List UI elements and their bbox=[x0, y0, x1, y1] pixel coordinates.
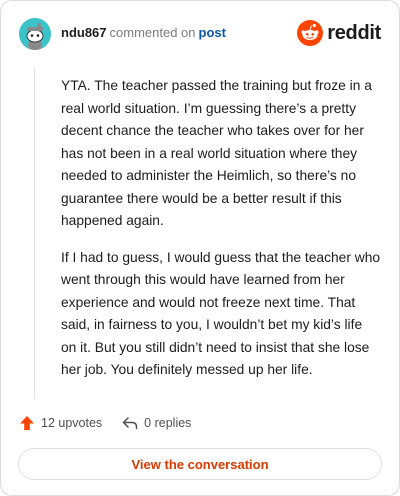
thread-line bbox=[34, 67, 35, 399]
reply-count: 0 replies bbox=[144, 416, 192, 430]
comment-body: YTA. The teacher passed the training but… bbox=[61, 75, 381, 396]
comment-card: ndu867 commented on post reddit YTA. The t… bbox=[0, 0, 400, 496]
reddit-brand[interactable]: reddit bbox=[297, 20, 381, 46]
comment-paragraph: YTA. The teacher passed the training but… bbox=[61, 78, 372, 228]
reddit-logo-icon bbox=[297, 20, 324, 46]
avatar[interactable] bbox=[19, 18, 51, 50]
upvote-stat[interactable]: 12 upvotes bbox=[19, 415, 102, 431]
username-link[interactable]: ndu867 bbox=[61, 25, 107, 40]
action-text: commented on bbox=[109, 25, 196, 40]
snoo-avatar-icon bbox=[19, 18, 51, 50]
reply-stat[interactable]: 0 replies bbox=[122, 416, 191, 430]
upvote-arrow-icon[interactable] bbox=[19, 415, 35, 431]
comment-meta: ndu867 commented on post bbox=[61, 25, 226, 41]
comment-paragraph: If I had to guess, I would guess that th… bbox=[61, 249, 381, 378]
post-link[interactable]: post bbox=[199, 25, 226, 40]
comment-footer: 12 upvotes 0 replies bbox=[19, 413, 191, 433]
view-conversation-button[interactable]: View the conversation bbox=[18, 448, 382, 480]
upvote-count: 12 upvotes bbox=[41, 416, 103, 430]
reply-icon[interactable] bbox=[122, 416, 138, 430]
brand-name: reddit bbox=[327, 21, 381, 44]
comment-header: ndu867 commented on post reddit bbox=[19, 17, 381, 51]
